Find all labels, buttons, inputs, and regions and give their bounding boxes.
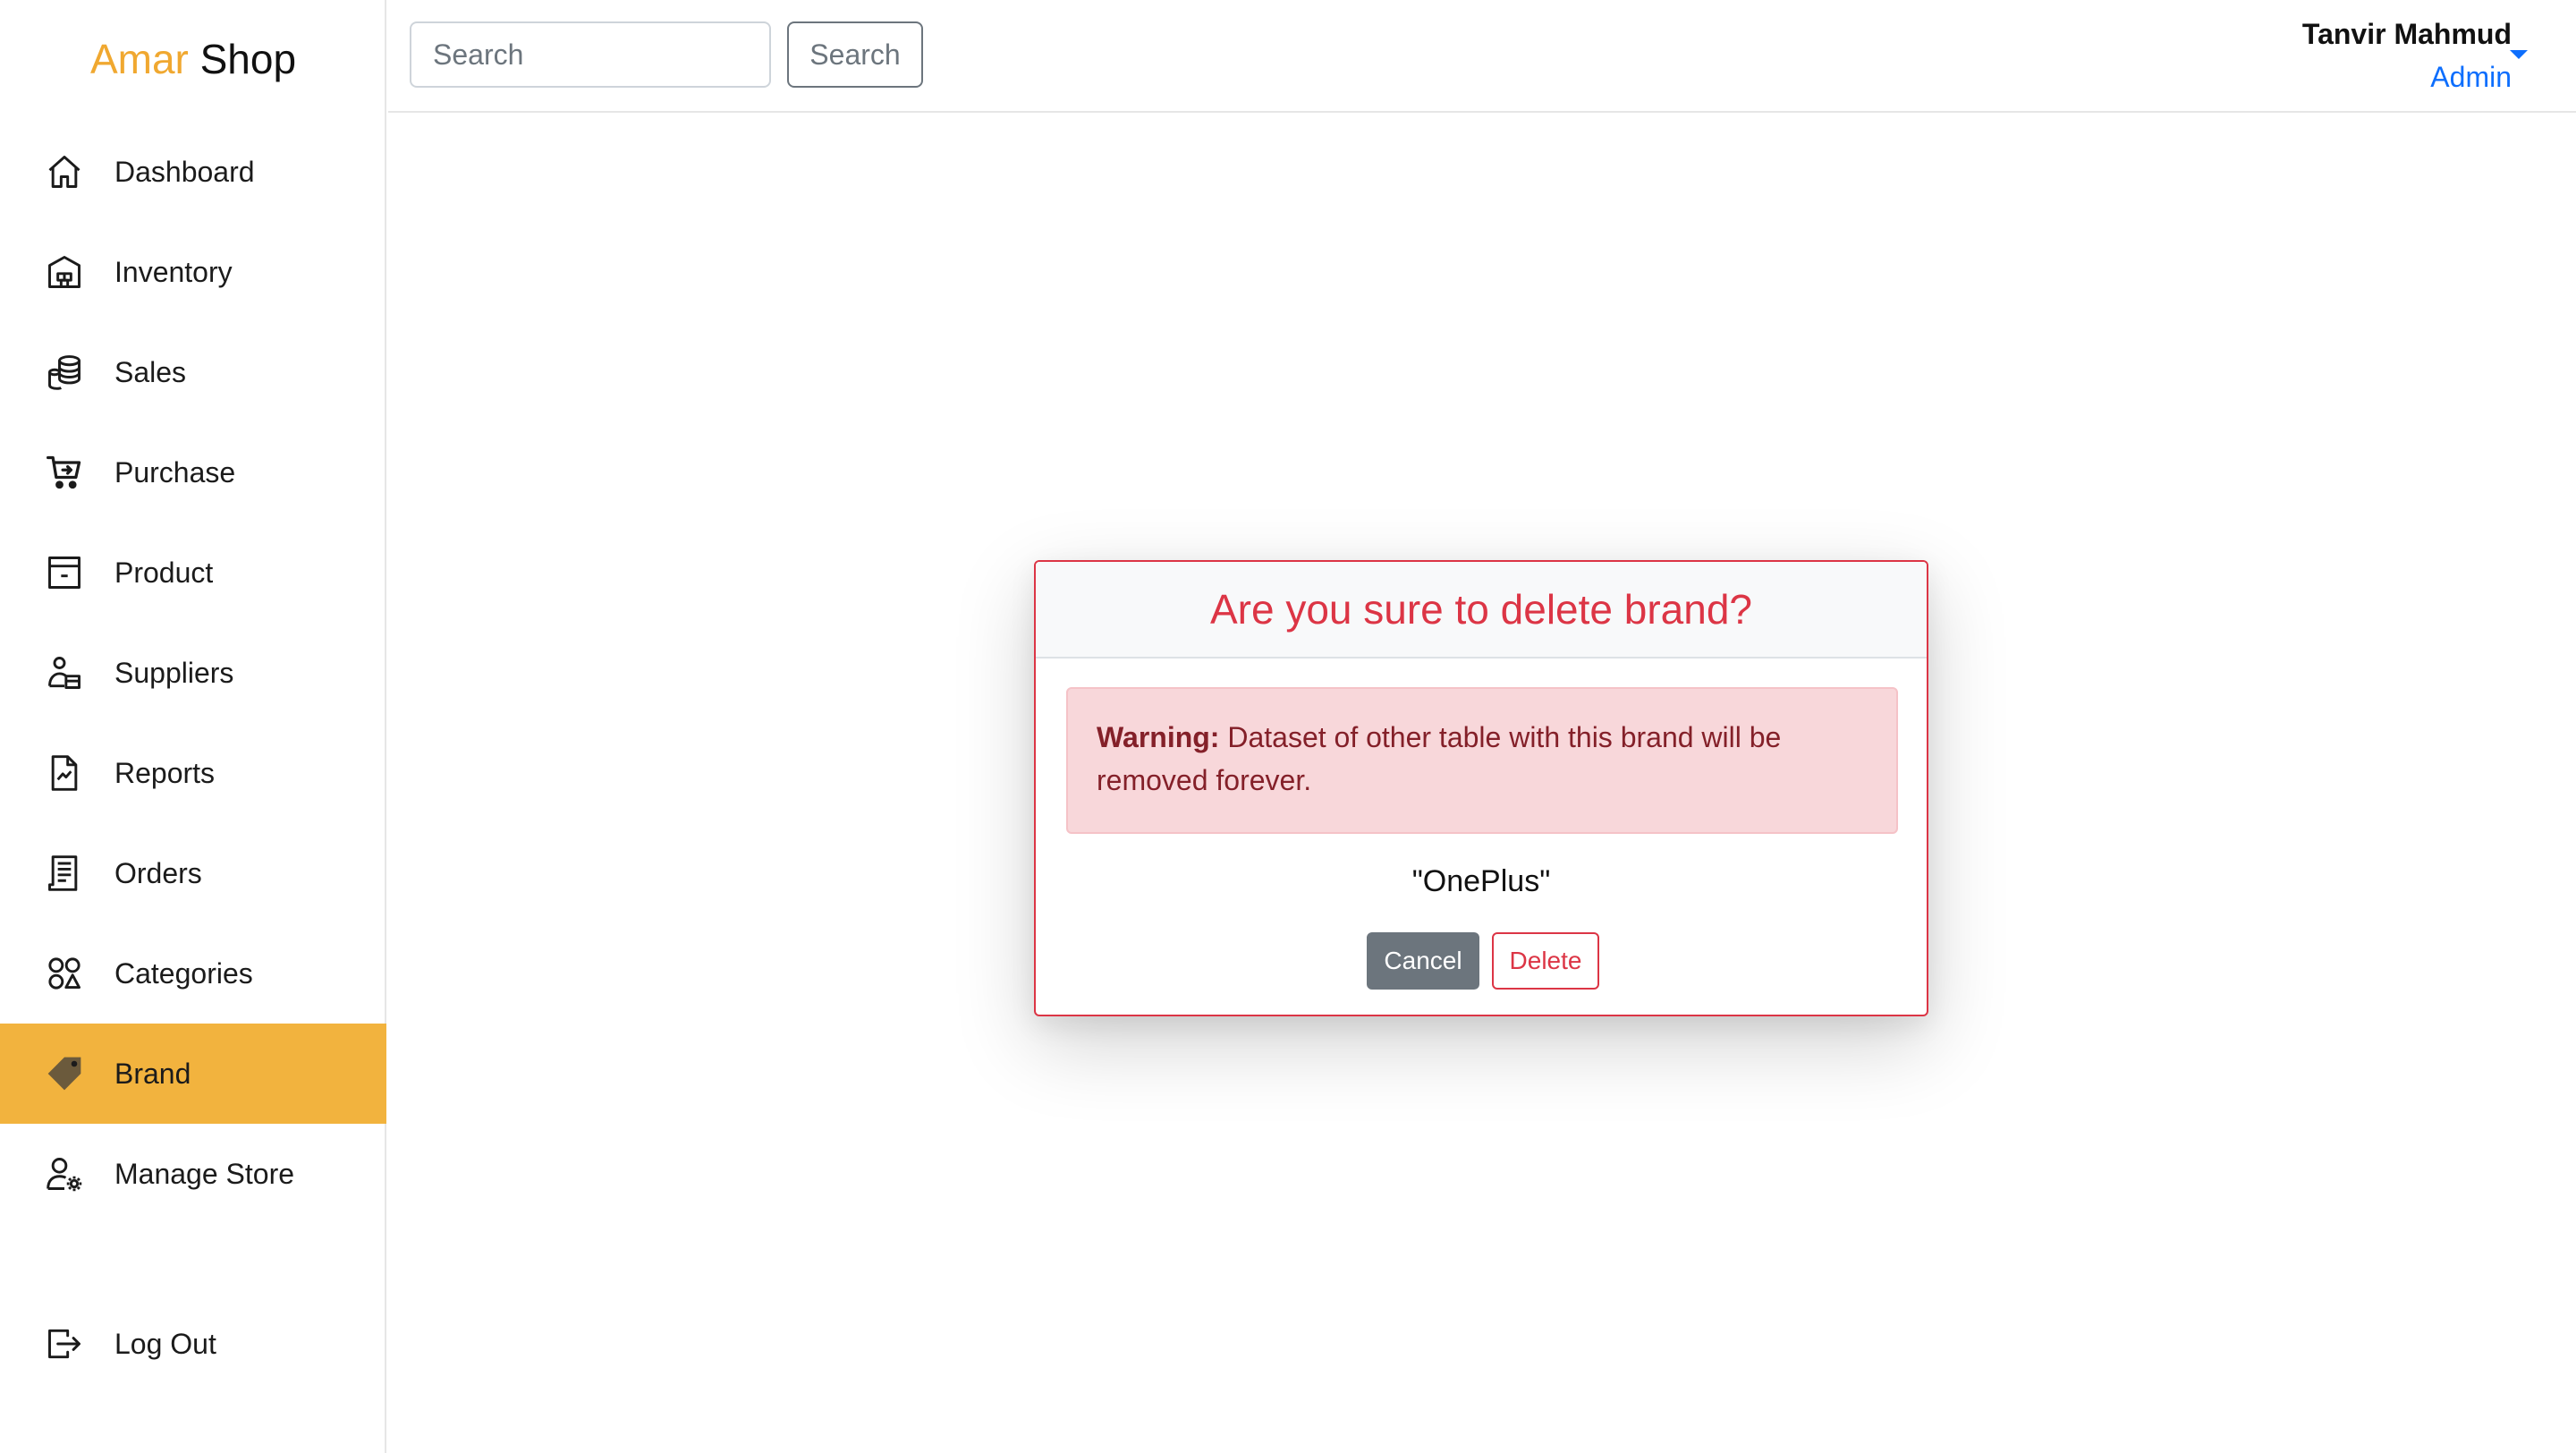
home-icon: [43, 150, 86, 193]
modal-title: Are you sure to delete brand?: [1209, 586, 1753, 633]
sidebar-item-label: Reports: [114, 756, 216, 789]
logo-part-amar: Amar: [89, 36, 189, 82]
search-button[interactable]: Search: [787, 21, 923, 88]
sidebar-item-dashboard[interactable]: Dashboard: [0, 122, 386, 222]
modal-header: Are you sure to delete brand?: [1036, 562, 1927, 659]
sidebar-item-sales[interactable]: Sales: [0, 322, 386, 422]
chevron-down-icon[interactable]: [2510, 50, 2528, 59]
sidebar-item-label: Log Out: [114, 1327, 216, 1360]
logout-button[interactable]: Log Out: [0, 1294, 386, 1394]
warehouse-icon: [43, 251, 86, 293]
supplier-icon: [43, 651, 86, 694]
coins-icon: [43, 351, 86, 394]
brand-name: "OnePlus": [1411, 864, 1551, 898]
user-name: Tanvir Mahmud: [2301, 18, 2512, 50]
tag-icon: [43, 1052, 86, 1095]
sidebar-item-reports[interactable]: Reports: [0, 723, 386, 823]
warning-label: Warning:: [1097, 721, 1220, 753]
archive-box-icon: [43, 551, 86, 594]
app-logo[interactable]: Amar Shop: [0, 32, 386, 86]
cart-icon: [43, 451, 86, 494]
user-role: Admin: [2430, 61, 2512, 93]
sidebar-item-brand[interactable]: Brand: [0, 1024, 386, 1124]
sidebar-item-manage-store[interactable]: Manage Store: [0, 1124, 386, 1224]
cancel-button[interactable]: Cancel: [1367, 932, 1479, 990]
sidebar-item-label: Orders: [114, 856, 202, 889]
user-gear-icon: [43, 1152, 86, 1195]
sidebar-item-label: Dashboard: [114, 155, 255, 188]
warning-alert: Warning: Dataset of other table with thi…: [1066, 687, 1898, 834]
sidebar-item-suppliers[interactable]: Suppliers: [0, 623, 386, 723]
sidebar-item-label: Sales: [114, 355, 187, 388]
sidebar-item-product[interactable]: Product: [0, 523, 386, 623]
receipt-icon: [43, 852, 86, 895]
delete-brand-modal: Are you sure to delete brand? Warning: D…: [1034, 560, 1928, 1016]
user-menu[interactable]: Tanvir Mahmud Admin: [2302, 13, 2512, 98]
search-input[interactable]: [410, 21, 771, 88]
sidebar-item-label: Inventory: [114, 255, 233, 288]
sidebar-item-label: Product: [114, 556, 214, 589]
sidebar-item-label: Manage Store: [114, 1157, 295, 1190]
categories-icon: [43, 952, 86, 995]
sidebar-item-categories[interactable]: Categories: [0, 923, 386, 1024]
sidebar-item-purchase[interactable]: Purchase: [0, 422, 386, 523]
sidebar-item-label: Categories: [114, 956, 253, 990]
topbar: Search Tanvir Mahmud Admin: [388, 0, 2576, 113]
logo-part-shop: Shop: [199, 36, 297, 82]
sidebar-item-inventory[interactable]: Inventory: [0, 222, 386, 322]
logout-icon: [43, 1322, 86, 1365]
sidebar-item-orders[interactable]: Orders: [0, 823, 386, 923]
sidebar: Amar Shop Dashboard Inventory Sales Purc…: [0, 0, 386, 1453]
sidebar-item-label: Suppliers: [114, 656, 234, 689]
report-icon: [43, 752, 86, 794]
sidebar-item-label: Purchase: [114, 455, 236, 489]
delete-button[interactable]: Delete: [1492, 932, 1599, 990]
sidebar-item-label: Brand: [114, 1057, 191, 1090]
